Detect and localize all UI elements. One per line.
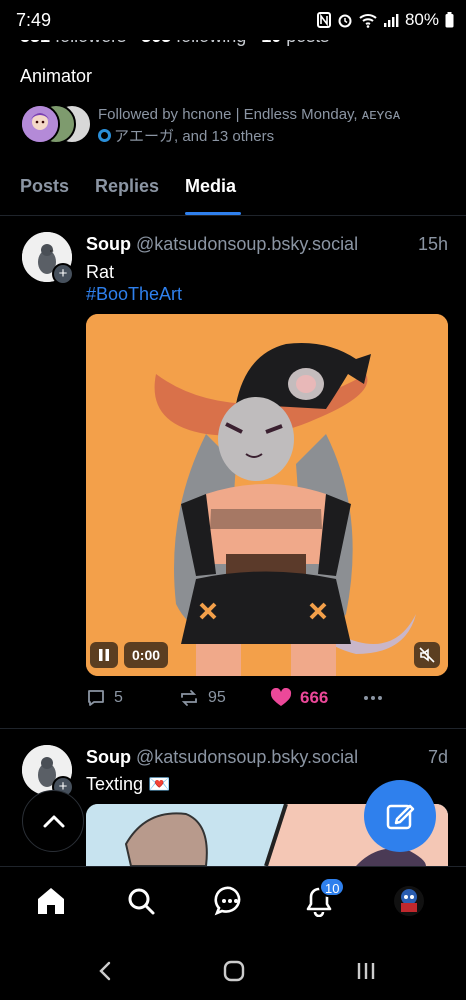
active-tab-indicator [185, 212, 241, 215]
more-icon [364, 696, 382, 700]
scroll-to-top-button[interactable] [22, 790, 84, 852]
nav-notifications[interactable]: 10 [303, 877, 346, 918]
post-video[interactable]: 0:00 [86, 314, 448, 676]
video-timestamp: 0:00 [124, 642, 169, 668]
system-navigation-bar [0, 936, 466, 1000]
repost-button[interactable]: 95 [178, 688, 226, 708]
post-text: Texting 💌 [86, 774, 171, 794]
notification-badge: 10 [319, 877, 346, 897]
pause-icon [99, 649, 109, 661]
follower-avatar [20, 104, 60, 144]
tab-replies[interactable]: Replies [95, 176, 159, 197]
home-icon [38, 888, 64, 914]
pause-button[interactable] [90, 642, 118, 668]
nav-chat[interactable] [214, 885, 246, 917]
battery-percent: 80% [404, 10, 439, 29]
heart-icon [270, 688, 292, 706]
post-divider [0, 728, 466, 729]
nfc-icon [316, 12, 331, 28]
reply-icon [88, 690, 104, 706]
bottom-navigation: 10 [0, 866, 466, 936]
more-button[interactable] [362, 688, 384, 708]
post-handle[interactable]: @katsudonsoup.bsky.social [136, 747, 358, 767]
like-button[interactable]: 666 [270, 688, 328, 708]
known-followers[interactable]: Followed by hcnone | Endless Monday, ᴀᴇʏ… [20, 104, 450, 148]
back-icon[interactable] [94, 960, 118, 982]
post-author[interactable]: Soup [86, 234, 131, 254]
post-time: 7d [427, 747, 448, 767]
chat-icon [214, 886, 241, 916]
nav-profile[interactable] [393, 885, 425, 917]
search-icon [128, 888, 155, 915]
post-hashtag[interactable]: #BooTheArt [86, 284, 182, 305]
status-bar: 7:49 80% [0, 0, 466, 40]
post-handle[interactable]: @katsudonsoup.bsky.social [136, 234, 358, 254]
home-button-icon[interactable] [222, 960, 246, 982]
followed-by-text: Followed by hcnone | Endless Monday, ᴀᴇʏ… [98, 104, 458, 148]
profile-description: Animator [20, 66, 93, 86]
artwork-image [86, 314, 448, 676]
mute-icon [419, 647, 435, 663]
tab-media[interactable]: Media [185, 176, 236, 197]
repost-icon [181, 690, 197, 706]
repost-count: 95 [208, 689, 226, 706]
follow-plus-icon[interactable]: + [52, 263, 74, 285]
like-count: 666 [300, 688, 329, 707]
reply-button[interactable]: 5 [86, 688, 123, 708]
post-text: Rat [86, 262, 115, 282]
status-icons: 80% [316, 10, 454, 30]
chevron-up-icon [43, 815, 65, 828]
followed-by-line-2: アエーガ, and 13 others [114, 128, 275, 145]
battery-icon [445, 12, 454, 28]
video-controls: 0:00 [90, 642, 169, 668]
nav-search[interactable] [125, 885, 157, 917]
recents-icon[interactable] [354, 960, 378, 982]
post-actions: 5 95 666 [86, 688, 416, 716]
avatar-icon [394, 886, 424, 916]
compose-button[interactable] [364, 780, 436, 852]
post-header: Soup @katsudonsoup.bsky.social [86, 234, 358, 255]
wifi-icon [359, 14, 377, 28]
status-time: 7:49 [16, 10, 52, 30]
reply-count: 5 [114, 689, 123, 706]
profile-tabs: Posts Replies Media [0, 166, 466, 216]
tab-posts[interactable]: Posts [20, 176, 69, 197]
swirl-icon [98, 129, 111, 142]
nav-home[interactable] [35, 885, 67, 917]
alarm-icon [338, 14, 352, 28]
signal-icon [383, 14, 399, 27]
followed-by-line-1: Followed by hcnone | Endless Monday, ᴀᴇʏ… [98, 106, 401, 123]
post-header: Soup @katsudonsoup.bsky.social [86, 747, 358, 768]
compose-icon [386, 804, 415, 830]
post-author[interactable]: Soup [86, 747, 131, 767]
post-time: 15h [417, 234, 448, 254]
mute-button[interactable] [414, 642, 440, 668]
